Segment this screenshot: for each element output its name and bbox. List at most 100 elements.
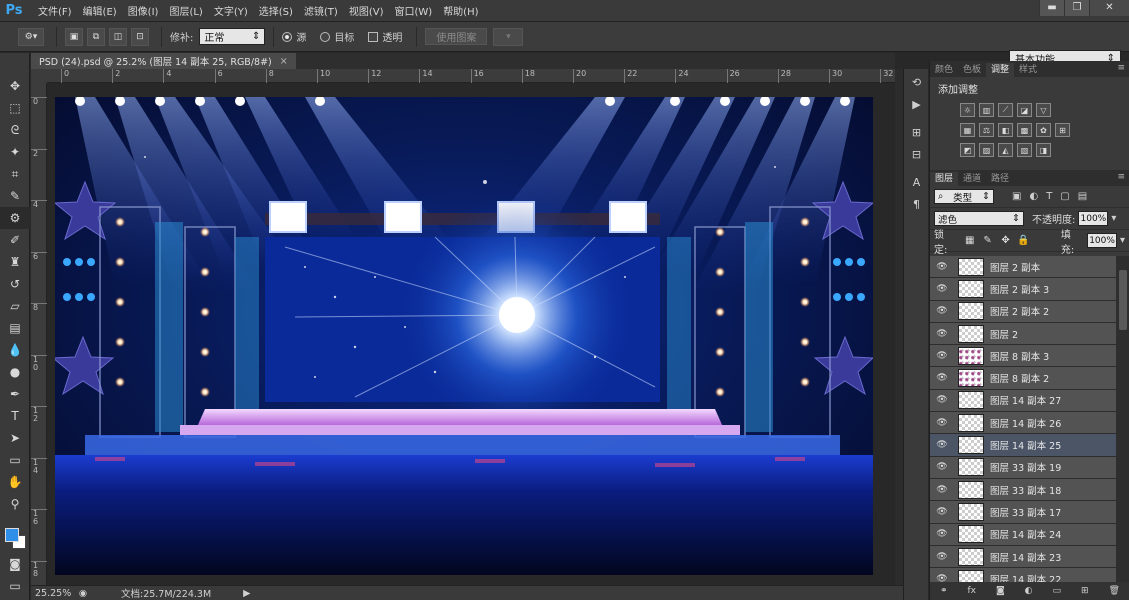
eye-icon[interactable]: 👁	[930, 529, 954, 539]
gradient-tool-icon[interactable]: ▤	[0, 317, 30, 339]
eye-icon[interactable]: 👁	[930, 552, 954, 562]
new-selection-icon[interactable]: ▣	[65, 27, 83, 46]
shape-tool-icon[interactable]: ▭	[0, 449, 30, 471]
crop-tool-icon[interactable]: ⌗	[0, 163, 30, 185]
levels-icon[interactable]: ▥	[979, 103, 994, 117]
trash-icon[interactable]: 🗑	[1109, 586, 1120, 596]
eye-icon[interactable]: 👁	[930, 329, 954, 339]
minimize-button[interactable]: ▬	[1039, 0, 1064, 16]
panel-tab[interactable]: 通道	[958, 172, 986, 186]
patch-mode-select[interactable]: 正常 ⇕	[199, 28, 266, 45]
menu-item[interactable]: 视图(V)	[349, 3, 384, 18]
actions-panel-icon[interactable]: ▶	[904, 93, 929, 115]
selective-color-icon[interactable]: ◨	[1036, 143, 1051, 157]
curves-icon[interactable]: ⟋	[998, 103, 1013, 117]
panel-tab[interactable]: 样式	[1014, 63, 1042, 77]
pen-tool-icon[interactable]: ✒	[0, 383, 30, 405]
link-icon[interactable]: ⚭	[940, 586, 948, 596]
filter-type-icon[interactable]: T	[1046, 191, 1052, 202]
horizontal-ruler[interactable]: 0 2 4 6 8 10 12 14 16 18 20 22 24 26 28 30 32	[47, 69, 895, 83]
layer-row[interactable]: 👁 图层 14 副本 25	[930, 434, 1116, 457]
filter-adjust-icon[interactable]: ◐	[1029, 191, 1038, 202]
panel-tab[interactable]: 调整	[986, 63, 1015, 77]
menu-item[interactable]: 帮助(H)	[443, 3, 478, 18]
menu-item[interactable]: 选择(S)	[259, 3, 293, 18]
history-panel-icon[interactable]: ⟲	[904, 71, 929, 93]
panel-tab[interactable]: 色板	[958, 63, 986, 77]
channel-mixer-icon[interactable]: ✿	[1036, 123, 1051, 137]
fill-arrow-icon[interactable]: ▾	[1120, 235, 1125, 246]
filter-shape-icon[interactable]: ▢	[1060, 191, 1069, 202]
layer-row[interactable]: 👁 图层 2 副本 3	[930, 278, 1116, 301]
lasso-tool-icon[interactable]: ᘓ	[0, 119, 30, 141]
brush-panel-icon[interactable]: ⊞	[904, 121, 929, 143]
patch-tool-icon[interactable]: ⚙	[0, 207, 30, 229]
menu-item[interactable]: 编辑(E)	[83, 3, 117, 18]
transparent-checkbox[interactable]	[368, 31, 379, 42]
target-radio[interactable]	[320, 31, 331, 42]
quick-mask-icon[interactable]: ◙	[0, 553, 30, 575]
lock-pixels-icon[interactable]: ✎	[981, 234, 994, 247]
add-selection-icon[interactable]: ⧉	[87, 27, 105, 46]
layers-scrollbar[interactable]	[1116, 256, 1129, 582]
blend-mode-select[interactable]: 滤色 ⇕	[934, 211, 1024, 226]
foreground-color-swatch[interactable]	[5, 528, 19, 542]
clone-source-panel-icon[interactable]: ⊟	[904, 143, 929, 165]
menu-item[interactable]: 滤镜(T)	[304, 3, 338, 18]
invert-icon[interactable]: ◩	[960, 143, 975, 157]
eye-icon[interactable]: 👁	[930, 395, 954, 405]
vertical-ruler[interactable]: 0 2 4 6 8 1 0 1 2 1 4 1 6 1 8	[31, 83, 47, 585]
path-selection-tool-icon[interactable]: ➤	[0, 427, 30, 449]
threshold-icon[interactable]: ◭	[998, 143, 1013, 157]
opacity-arrow-icon[interactable]: ▾	[1111, 213, 1116, 224]
layer-row[interactable]: 👁 图层 14 副本 23	[930, 545, 1116, 569]
lock-all-icon[interactable]: 🔒	[1017, 234, 1030, 247]
history-brush-tool-icon[interactable]: ↺	[0, 273, 30, 295]
brightness-icon[interactable]: ☼	[960, 103, 975, 117]
intersect-selection-icon[interactable]: ⊡	[131, 27, 149, 46]
layer-row[interactable]: 👁 图层 2	[930, 322, 1116, 346]
layer-row[interactable]: 👁 图层 14 副本 26	[930, 412, 1116, 435]
filter-smart-icon[interactable]: ▤	[1078, 191, 1087, 202]
eye-icon[interactable]: 👁	[930, 462, 954, 472]
eye-icon[interactable]: 👁	[930, 485, 954, 495]
panel-tab[interactable]: 路径	[986, 172, 1014, 186]
magic-wand-tool-icon[interactable]: ✦	[0, 141, 30, 163]
clone-stamp-tool-icon[interactable]: ♜	[0, 251, 30, 273]
close-button[interactable]: ✕	[1089, 0, 1129, 16]
lock-transparent-icon[interactable]: ▦	[963, 234, 976, 247]
scrollbar-thumb[interactable]	[1119, 270, 1127, 330]
panel-menu-icon[interactable]: ≡	[1117, 172, 1125, 182]
exposure-icon[interactable]: ◪	[1017, 103, 1032, 117]
vibrance-icon[interactable]: ▽	[1036, 103, 1051, 117]
document-tab[interactable]: PSD (24).psd @ 25.2% (图层 14 副本 25, RGB/8…	[31, 53, 296, 69]
menu-item[interactable]: 文字(Y)	[214, 3, 248, 18]
layer-row[interactable]: 👁 图层 14 副本 27	[930, 389, 1116, 413]
type-tool-icon[interactable]: T	[0, 405, 30, 427]
dodge-tool-icon[interactable]: ●	[0, 361, 30, 383]
screen-mode-icon[interactable]: ▭	[0, 575, 30, 597]
canvas-area[interactable]	[47, 83, 895, 585]
layer-row[interactable]: 👁 图层 2 副本 2	[930, 300, 1116, 323]
fx-icon[interactable]: fx	[968, 586, 977, 596]
eye-icon[interactable]: 👁	[930, 440, 954, 450]
status-icon[interactable]: ◉	[71, 588, 95, 599]
color-balance-icon[interactable]: ⚖	[979, 123, 994, 137]
marquee-tool-icon[interactable]: ⬚	[0, 97, 30, 119]
close-icon[interactable]: ×	[280, 56, 288, 67]
photo-filter-icon[interactable]: ▩	[1017, 123, 1032, 137]
gradient-map-icon[interactable]: ▧	[1017, 143, 1032, 157]
brush-tool-icon[interactable]: ✐	[0, 229, 30, 251]
folder-icon[interactable]: ▭	[1053, 586, 1062, 596]
adjustment-icon[interactable]: ◐	[1025, 586, 1033, 596]
layer-row[interactable]: 👁 图层 2 副本	[930, 256, 1116, 279]
mask-icon[interactable]: ◙	[996, 586, 1005, 596]
hand-tool-icon[interactable]: ✋	[0, 471, 30, 493]
subtract-selection-icon[interactable]: ◫	[109, 27, 127, 46]
opacity-input[interactable]: 100%	[1078, 211, 1109, 226]
layer-row[interactable]: 👁 图层 33 副本 19	[930, 456, 1116, 479]
layer-row[interactable]: 👁 图层 8 副本 3	[930, 345, 1116, 368]
panel-tab[interactable]: 颜色	[930, 63, 958, 77]
eraser-tool-icon[interactable]: ▱	[0, 295, 30, 317]
layer-row[interactable]: 👁 图层 8 副本 2	[930, 367, 1116, 390]
